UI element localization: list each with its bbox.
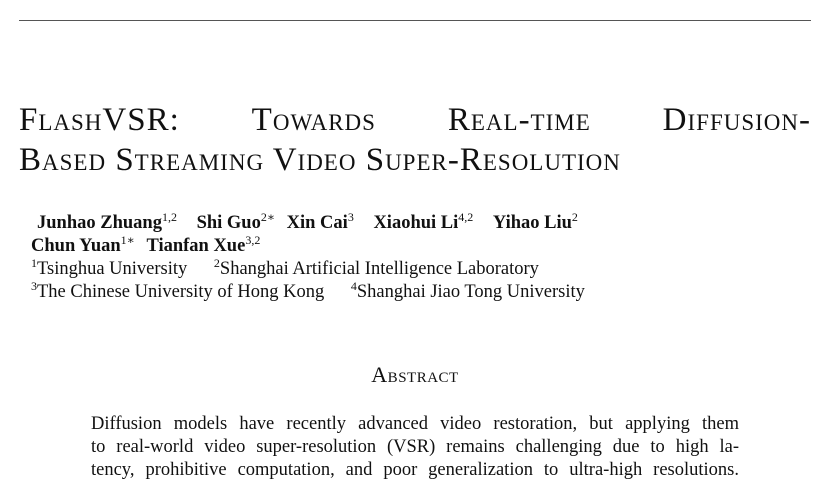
affiliation: 4Shanghai Jiao Tong University: [351, 280, 585, 302]
title-word: FlashVSR:: [19, 102, 180, 138]
title-word: Real-time: [447, 102, 591, 138]
affiliation-name: Shanghai Artificial Intelligence Laborat…: [219, 259, 539, 279]
author: Yihao Liu2: [492, 210, 578, 233]
title-word: Diffusion-: [662, 102, 811, 138]
author-name: Xin Cai: [286, 213, 348, 233]
affiliation-name: The Chinese University of Hong Kong: [37, 282, 325, 302]
author-sup: 3: [347, 210, 354, 224]
author-name: Chun Yuan: [31, 236, 121, 256]
author-sup: 3,2: [245, 233, 261, 247]
author: Xin Cai3: [286, 210, 354, 233]
author-name: Junhao Zhuang: [37, 213, 162, 233]
author: Tianfan Xue3,2: [146, 233, 261, 256]
author-line: Chun Yuan1∗ Tianfan Xue3,2: [31, 233, 607, 258]
author-name: Tianfan Xue: [146, 236, 246, 256]
author-sup: 2∗: [260, 210, 276, 224]
author-sup: 1,2: [161, 210, 177, 224]
affiliation-name: Tsinghua University: [37, 259, 188, 279]
author-sup: 2: [571, 210, 578, 224]
affiliation: 1Tsinghua University: [31, 257, 188, 279]
affiliation-line: 3The Chinese University of Hong Kong 4Sh…: [31, 280, 607, 304]
author-name: Yihao Liu: [492, 213, 572, 233]
author: Chun Yuan1∗: [31, 233, 135, 256]
author: Xiaohui Li4,2: [373, 210, 474, 233]
author-name: Xiaohui Li: [373, 213, 459, 233]
author: Junhao Zhuang1,2: [37, 210, 177, 233]
affiliation: 3The Chinese University of Hong Kong: [31, 280, 325, 302]
abstract-line: to real-world video super-resolution (VS…: [91, 437, 739, 457]
author-block: Junhao Zhuang1,2 Shi Guo2∗ Xin Cai3 Xiao…: [31, 210, 607, 304]
top-rule: [19, 20, 811, 21]
author-sup: 4,2: [458, 210, 474, 224]
title-word: Towards: [251, 102, 376, 138]
affiliation-name: Shanghai Jiao Tong University: [356, 282, 585, 302]
abstract-line: tency, prohibitive computation, and poor…: [91, 460, 739, 480]
author-name: Shi Guo: [196, 213, 261, 233]
author-sup: 1∗: [120, 233, 135, 247]
title-line-2: Based Streaming Video Super-Resolution: [19, 142, 621, 178]
title-line-1: FlashVSR: Towards Real-time Diffusion-: [19, 100, 811, 140]
affiliation-line: 1Tsinghua University 2Shanghai Artificia…: [31, 257, 607, 281]
paper-title: FlashVSR: Towards Real-time Diffusion- B…: [19, 100, 811, 180]
abstract-heading: Abstract: [371, 362, 459, 387]
affiliation: 2Shanghai Artificial Intelligence Labora…: [214, 257, 539, 279]
abstract-line: Diffusion models have recently advanced …: [91, 414, 739, 434]
author-line: Junhao Zhuang1,2 Shi Guo2∗ Xin Cai3 Xiao…: [31, 210, 607, 235]
author: Shi Guo2∗: [196, 210, 276, 233]
